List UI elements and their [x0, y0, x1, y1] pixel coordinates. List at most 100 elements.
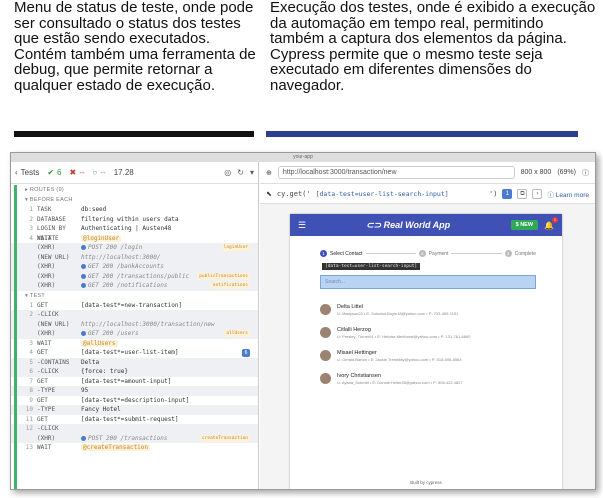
command-name: GET	[37, 349, 48, 356]
stop-icon[interactable]: ▾	[250, 168, 254, 177]
app-logo: ⊂⊃ Real World App	[366, 219, 451, 230]
command-row[interactable]: 11 GET [data-test*=submit-request]	[11, 415, 258, 425]
xhr-status-icon	[81, 435, 86, 441]
element-count-badge: 6	[242, 349, 250, 357]
command-name: TASK	[37, 206, 52, 213]
check-icon: ✔	[47, 168, 55, 177]
command-number: 10	[25, 406, 33, 413]
command-row[interactable]: 4 GET [data-test*=user-list-item] 6	[11, 348, 258, 358]
command-number: 2	[29, 311, 33, 318]
command-message: Fancy Hotel	[81, 406, 121, 413]
command-row[interactable]: (XHR) POST 200 /login loginUser	[11, 243, 258, 253]
command-row[interactable]: 8 -TYPE 95	[11, 386, 258, 396]
command-name: WAIT	[37, 444, 52, 451]
copy-icon[interactable]: ⧉	[517, 188, 528, 199]
command-name: WAIT	[37, 339, 52, 347]
command-row[interactable]: 13 WAIT @createTransaction	[11, 443, 258, 453]
before-each-header[interactable]: ▾ BEFORE EACH	[11, 195, 258, 205]
command-row[interactable]: 10 -TYPE Fancy Hotel	[11, 405, 258, 415]
command-number: 6	[29, 368, 33, 375]
command-message: GET 200 /notifications	[81, 281, 211, 291]
xhr-text: GET 200 /users	[88, 330, 139, 337]
back-to-tests-button[interactable]: ‹ Tests	[15, 168, 39, 177]
user-list-item[interactable]: Citlalli Herzog U: Presley_Turner91 • E: …	[320, 321, 536, 344]
user-list-item[interactable]: Delta Littel U: Madyson22 • E: Soledad.Bo…	[320, 298, 536, 321]
command-number	[21, 262, 33, 272]
url-bar: ⊕ http://localhost:3000/transaction/new …	[260, 162, 595, 184]
selector-close: ')	[489, 189, 498, 198]
bell-icon[interactable]: 🔔 1	[544, 216, 558, 230]
avatar	[320, 327, 331, 338]
command-row[interactable]: 3 WAIT @allUsers	[11, 339, 258, 349]
step-2-label: Payment	[428, 250, 449, 257]
app-preview-panel: ⊕ http://localhost:3000/transaction/new …	[260, 162, 595, 489]
command-row[interactable]: 4 WAIT @loginUser	[11, 234, 258, 244]
command-row[interactable]: 2 -CLICK	[11, 310, 258, 320]
xhr-status-icon	[81, 331, 86, 336]
command-message: @allUsers	[81, 339, 258, 349]
command-row[interactable]: 1 GET [data-test*=new-transaction]	[11, 301, 258, 311]
crosshair-icon[interactable]: ⊕	[266, 169, 272, 177]
command-row[interactable]: (XHR) POST 200 /transactions createTransac…	[11, 433, 258, 444]
routes-header[interactable]: ▸ ROUTES (9)	[11, 185, 258, 195]
command-row[interactable]: (XHR) GET 200 /bankAccounts	[11, 262, 258, 272]
command-row[interactable]: 2 DATABASE filtering within users data	[11, 215, 258, 225]
user-list: Delta Littel U: Madyson22 • E: Soledad.Bo…	[320, 298, 536, 390]
command-message: filtering within users data	[81, 215, 179, 223]
user-name: Delta Littel	[337, 303, 363, 310]
zoom-level: (69%)	[557, 169, 576, 176]
command-message: POST 200 /login	[81, 243, 222, 253]
command-number: 11	[25, 415, 33, 423]
test-header-label: TEST	[29, 292, 46, 299]
command-name: LOGIN BY XSTATE	[37, 225, 66, 242]
command-number: 7	[29, 377, 33, 385]
command-row[interactable]: 3 LOGIN BY XSTATE Authenticating | Austen4…	[11, 224, 258, 242]
user-search-input[interactable]: Search...	[320, 275, 536, 289]
command-message: [data-test*=amount-input]	[81, 377, 172, 385]
command-row[interactable]: (XHR) GET 200 /users allUsers	[11, 329, 258, 339]
command-name: DATABASE	[37, 215, 66, 223]
step-2-dot: 2	[418, 250, 426, 257]
command-row[interactable]: 7 GET [data-test*=amount-input]	[11, 377, 258, 387]
command-row[interactable]: (NEW URL) http://localhost:3000/transacti…	[11, 319, 258, 329]
user-name: Ivory Christiansen	[337, 372, 382, 379]
alias-tag: publicTransactions	[197, 272, 250, 280]
command-message: Delta	[81, 358, 100, 366]
command-row[interactable]: 12 -CLICK	[11, 424, 258, 434]
failed-value: --	[79, 168, 85, 177]
print-icon[interactable]: ›	[532, 188, 543, 199]
refresh-icon[interactable]: ↻	[237, 168, 244, 177]
command-number: 1	[29, 206, 33, 213]
command-name: GET	[37, 301, 48, 309]
command-row[interactable]: (XHR) GET 200 /transactions/public publicT…	[11, 271, 258, 281]
url-field[interactable]: http://localhost:3000/transaction/new	[277, 166, 515, 179]
target-icon[interactable]: ◎	[224, 168, 231, 177]
command-number	[21, 434, 33, 444]
command-number: 1	[29, 301, 33, 309]
selector-input[interactable]: [data-test=user-list-search-input]	[316, 190, 484, 198]
command-message	[81, 310, 258, 320]
command-name: -TYPE	[37, 387, 56, 394]
stepper: 1 Select Contact 2 Payment 3 Complete	[320, 250, 536, 257]
command-row[interactable]: (XHR) GET 200 /notifications notifications	[11, 281, 258, 291]
command-row[interactable]: (NEW URL) http://localhost:3000/	[11, 252, 258, 263]
user-details: U: Gerald.Barton • E: Jackie.Tremblay@ya…	[337, 356, 462, 362]
command-row[interactable]: 9 GET [data-test*=description-input]	[11, 396, 258, 406]
selector-target-icon[interactable]: ⬉	[266, 190, 272, 198]
learn-more-link[interactable]: ⓘ Learn more	[547, 189, 589, 199]
command-message: {force: true}	[81, 368, 128, 375]
command-row[interactable]: 5 -CONTAINS Delta	[11, 357, 258, 367]
user-list-item[interactable]: Ivory Christiansen U: Ayana_Schmitt • E: …	[320, 367, 536, 390]
command-row[interactable]: 1 TASK db:seed	[11, 205, 258, 215]
info-icon[interactable]: ⓘ	[582, 168, 589, 178]
caption-left-underline	[14, 131, 254, 137]
user-details: U: Ayana_Schmitt • E: Donnie.Heller55@ya…	[337, 379, 463, 385]
command-row[interactable]: 6 -CLICK {force: true}	[11, 367, 258, 377]
user-list-item[interactable]: Misael Hettinger U: Gerald.Barton • E: Ja…	[320, 344, 536, 367]
new-transaction-card: 1 Select Contact 2 Payment 3 Complete [d…	[320, 250, 536, 406]
command-message: GET 200 /users	[81, 329, 224, 339]
new-transaction-button[interactable]: $ NEW	[510, 220, 539, 230]
command-number	[21, 253, 33, 263]
menu-icon[interactable]: ☰	[298, 220, 306, 231]
test-header[interactable]: ▾ TEST	[11, 291, 258, 301]
